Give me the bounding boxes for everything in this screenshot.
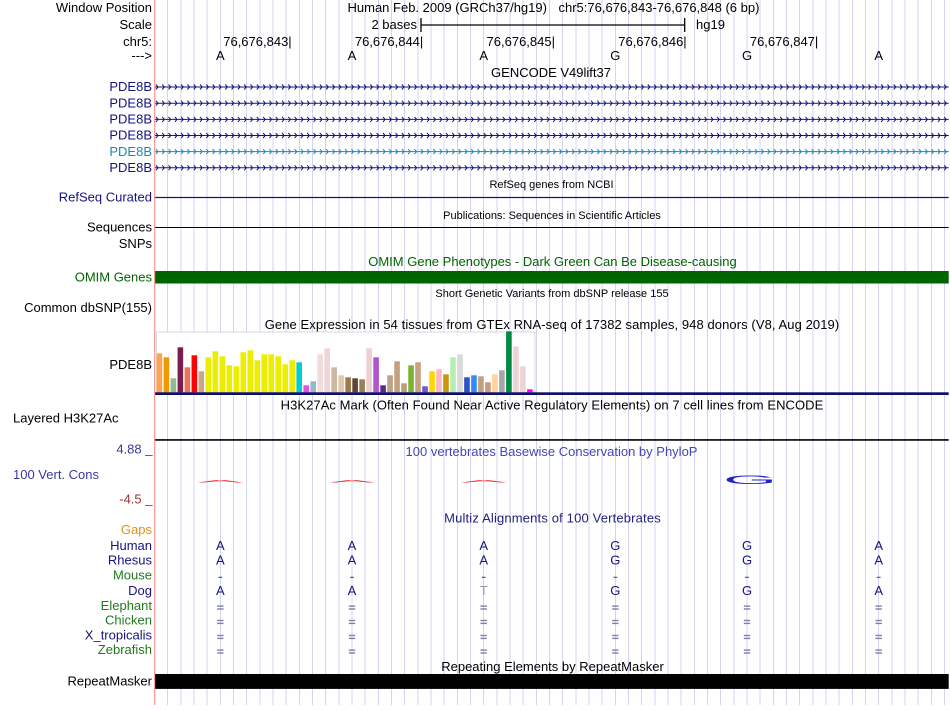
svg-text:A: A: [479, 538, 488, 553]
svg-text:A: A: [216, 553, 225, 568]
svg-text:A: A: [348, 553, 357, 568]
svg-text:G: G: [723, 473, 777, 486]
svg-text:hg19: hg19: [696, 17, 725, 32]
svg-text:Rhesus: Rhesus: [108, 553, 153, 568]
svg-text:Gaps: Gaps: [121, 522, 153, 537]
svg-text:RefSeq genes from NCBI: RefSeq genes from NCBI: [489, 179, 613, 191]
svg-text:OMIM Genes: OMIM Genes: [75, 270, 153, 285]
svg-text:Chicken: Chicken: [105, 612, 152, 627]
svg-text:Publications: Sequences in Sci: Publications: Sequences in Scientific Ar…: [443, 210, 661, 222]
svg-text:A: A: [874, 48, 883, 63]
svg-text:GENCODE V49lift37: GENCODE V49lift37: [491, 65, 611, 80]
svg-text:4.88 _: 4.88 _: [116, 442, 153, 457]
svg-text:A: A: [329, 479, 376, 483]
svg-text:SNPs: SNPs: [119, 236, 153, 251]
svg-text:A: A: [348, 583, 357, 598]
svg-text:A: A: [874, 583, 883, 598]
svg-text:RepeatMasker: RepeatMasker: [67, 674, 152, 689]
svg-text:PDE8B: PDE8B: [109, 144, 152, 159]
svg-text:--->: --->: [131, 48, 152, 63]
svg-text:Elephant: Elephant: [101, 598, 153, 613]
svg-text:A: A: [348, 48, 357, 63]
svg-text:RefSeq Curated: RefSeq Curated: [59, 190, 152, 205]
svg-text:PDE8B: PDE8B: [109, 160, 152, 175]
svg-text:-4.5 _: -4.5 _: [119, 492, 153, 507]
svg-text:X_tropicalis: X_tropicalis: [85, 627, 153, 642]
svg-text:Multiz Alignments of 100 Verte: Multiz Alignments of 100 Vertebrates: [444, 510, 661, 525]
svg-text:Sequences: Sequences: [87, 220, 153, 235]
svg-text:G: G: [742, 538, 752, 553]
svg-text:H3K27Ac Mark (Often Found Near: H3K27Ac Mark (Often Found Near Active Re…: [281, 398, 824, 413]
svg-text:G: G: [742, 553, 752, 568]
svg-text:G: G: [610, 583, 620, 598]
svg-text:Gene Expression in 54 tissues: Gene Expression in 54 tissues from GTEx …: [265, 317, 840, 332]
svg-text:PDE8B: PDE8B: [109, 95, 152, 110]
svg-text:PDE8B: PDE8B: [109, 128, 152, 143]
svg-text:Repeating Elements by RepeatMa: Repeating Elements by RepeatMasker: [441, 659, 664, 674]
svg-text:A: A: [874, 538, 883, 553]
svg-text:76,676,847|: 76,676,847|: [750, 34, 818, 49]
svg-text:Scale: Scale: [119, 17, 152, 32]
svg-text:chr5:76,676,843-76,676,848 (6: chr5:76,676,843-76,676,848 (6 bp): [559, 0, 760, 15]
svg-text:76,676,844|: 76,676,844|: [355, 34, 423, 49]
svg-text:100 vertebrates Basewise Conse: 100 vertebrates Basewise Conservation by…: [406, 444, 698, 459]
svg-text:76,676,845|: 76,676,845|: [487, 34, 555, 49]
svg-text:PDE8B: PDE8B: [109, 112, 152, 127]
svg-text:OMIM Gene Phenotypes - Dark Gr: OMIM Gene Phenotypes - Dark Green Can Be…: [368, 254, 737, 269]
svg-text:A: A: [197, 479, 244, 483]
svg-text:A: A: [461, 479, 508, 483]
svg-text:A: A: [479, 48, 488, 63]
svg-text:G: G: [610, 553, 620, 568]
svg-text:76,676,843|: 76,676,843|: [223, 34, 291, 49]
svg-text:A: A: [874, 553, 883, 568]
svg-text:2 bases: 2 bases: [371, 17, 417, 32]
svg-text:Short Genetic Variants from db: Short Genetic Variants from dbSNP releas…: [435, 288, 668, 300]
svg-text:Layered H3K27Ac: Layered H3K27Ac: [13, 411, 119, 426]
svg-text:T: T: [480, 583, 488, 598]
svg-text:Dog: Dog: [128, 583, 152, 598]
svg-text:Human Feb. 2009 (GRCh37/hg19): Human Feb. 2009 (GRCh37/hg19): [348, 0, 547, 15]
svg-text:A: A: [479, 553, 488, 568]
svg-text:G: G: [610, 48, 620, 63]
svg-text:PDE8B: PDE8B: [109, 79, 152, 94]
svg-text:A: A: [348, 538, 357, 553]
svg-text:A: A: [216, 583, 225, 598]
svg-text:G: G: [742, 583, 752, 598]
svg-text:G: G: [742, 48, 752, 63]
svg-text:100 Vert. Cons: 100 Vert. Cons: [13, 467, 99, 482]
svg-text:Mouse: Mouse: [113, 568, 152, 583]
svg-text:Window Position: Window Position: [56, 0, 152, 15]
svg-text:PDE8B: PDE8B: [109, 357, 152, 372]
svg-text:76,676,846|: 76,676,846|: [618, 34, 686, 49]
svg-text:chr5:: chr5:: [123, 34, 152, 49]
svg-text:G: G: [610, 538, 620, 553]
svg-text:A: A: [216, 48, 225, 63]
svg-text:Human: Human: [110, 538, 152, 553]
svg-text:A: A: [216, 538, 225, 553]
svg-text:Common dbSNP(155): Common dbSNP(155): [24, 300, 152, 315]
svg-text:Zebrafish: Zebrafish: [98, 642, 152, 657]
